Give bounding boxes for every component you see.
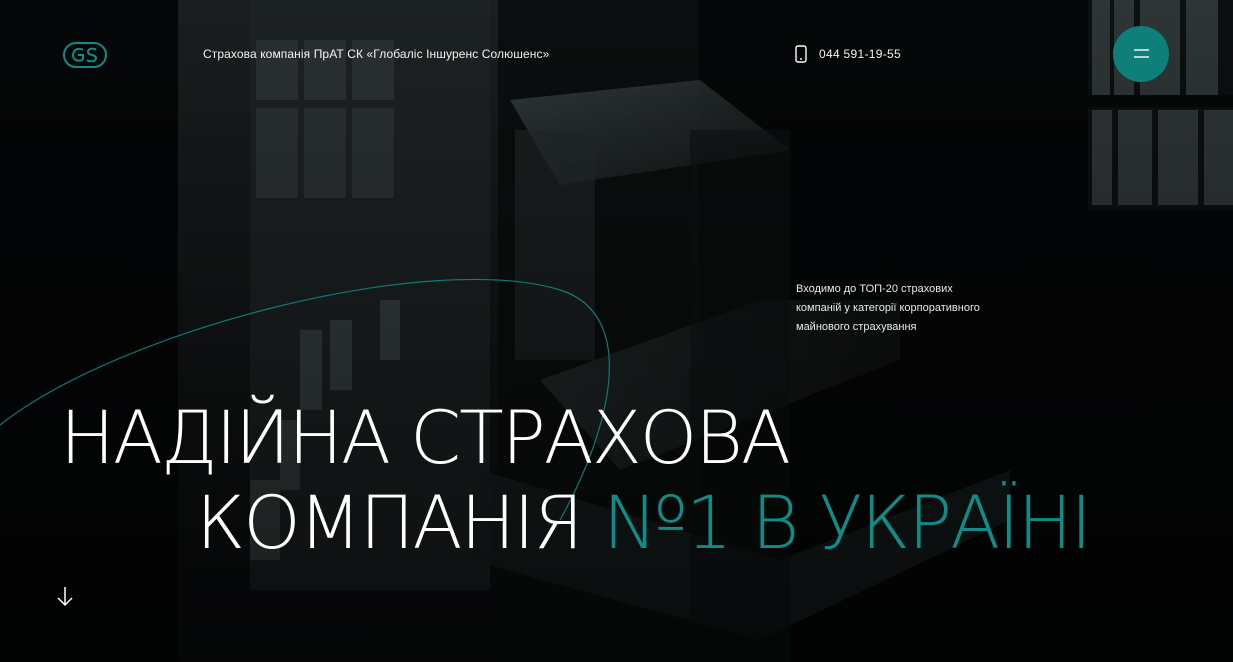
hamburger-menu-icon [1134, 49, 1149, 58]
company-name: Страхова компанія ПрАТ СК «Глобаліс Іншу… [203, 47, 550, 61]
mobile-phone-icon [795, 45, 807, 63]
phone-contact[interactable]: 044 591-19-55 [795, 45, 901, 63]
phone-number-link[interactable]: 044 591-19-55 [819, 47, 901, 61]
headline-line-2: КОМПАНІЯ №1 В УКРАЇНІ [60, 481, 1092, 566]
arrow-down-icon[interactable] [55, 585, 75, 609]
gs-logo-icon[interactable] [63, 42, 107, 68]
menu-button[interactable] [1113, 26, 1169, 82]
hero-section: Страхова компанія ПрАТ СК «Глобаліс Іншу… [0, 0, 1233, 662]
hero-tagline: Входимо до ТОП-20 страхових компаній у к… [796, 283, 980, 333]
headline-plain-text: КОМПАНІЯ [196, 481, 584, 566]
headline-accent-text: №1 В УКРАЇНІ [602, 481, 1092, 566]
hero-headline: НАДІЙНА СТРАХОВА КОМПАНІЯ №1 В УКРАЇНІ [60, 396, 1092, 566]
headline-line-1: НАДІЙНА СТРАХОВА [60, 396, 791, 481]
